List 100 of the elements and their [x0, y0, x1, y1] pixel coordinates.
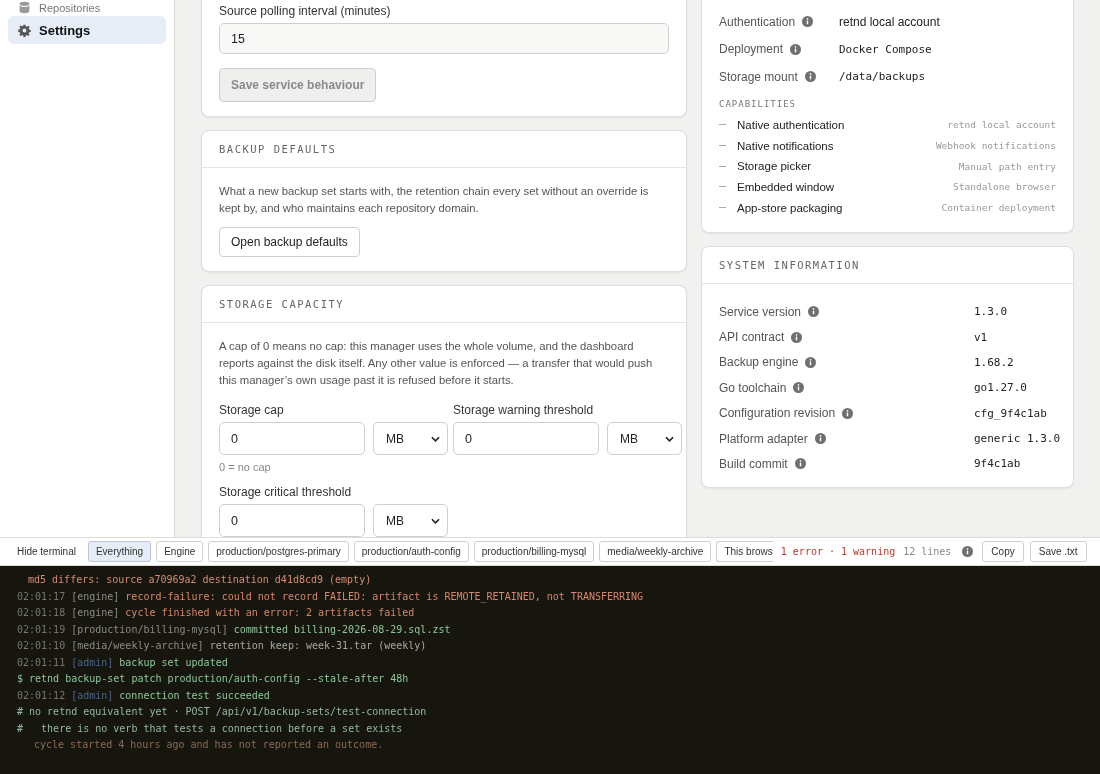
info-icon[interactable]	[794, 458, 806, 470]
info-label: Authentication	[719, 14, 796, 29]
sidebar-item[interactable]: Settings	[8, 16, 166, 44]
line-count: 12 lines	[903, 546, 952, 557]
hide-terminal-button[interactable]: Hide terminal	[10, 546, 82, 557]
field-label: Source polling interval (minutes)	[219, 4, 392, 18]
info-label: API contract	[719, 330, 785, 344]
info-icon[interactable]	[802, 16, 814, 28]
sidebar-item[interactable]: Repositories	[8, 0, 166, 14]
filter-chip[interactable]: Engine	[156, 541, 204, 562]
log-message: $ retnd backup-set patch production/auth-config --stale-after 48h	[17, 672, 409, 686]
dash-icon	[719, 207, 726, 209]
log-source: [production/billing-mysql]	[71, 622, 228, 637]
info-icon[interactable]	[790, 43, 802, 55]
capability-fallback: Manual path entry	[958, 160, 1056, 172]
capability-fallback: retnd local account	[947, 119, 1056, 131]
capability-name: Native authentication	[737, 118, 846, 131]
info-icon[interactable]	[805, 356, 817, 368]
filter-chip[interactable]: production/postgres-primary	[208, 541, 349, 562]
field-label: Storage warning threshold	[453, 403, 595, 417]
info-label: Configuration revision	[719, 406, 836, 421]
capability-name: Native notifications	[737, 139, 835, 152]
info-icon[interactable]	[808, 306, 820, 318]
input-field[interactable]: 0	[453, 422, 599, 455]
info-label: Backup engine	[719, 355, 799, 370]
info-label: Deployment	[719, 42, 784, 57]
info-label: Go toolchain	[719, 380, 787, 395]
log-time: 02:01:17	[17, 589, 66, 604]
toolbar-button[interactable]: Copy	[982, 541, 1024, 562]
log-message: cycle started 4 hours ago and has not reported an outcome.	[33, 738, 384, 752]
log-time: 02:01:18	[17, 606, 66, 620]
chevron-icon	[665, 435, 674, 442]
filter-chip[interactable]: media/weekly-archive	[599, 541, 712, 562]
log-message: md5 differs: source a70969a2 destination d41d8cd9 (empty)	[27, 573, 372, 587]
field-label: Storage cap	[219, 403, 285, 417]
info-value: go1.27.0	[974, 381, 1027, 395]
info-label: Storage mount	[719, 69, 798, 84]
toolbar-button[interactable]: Save .txt	[1029, 541, 1087, 562]
unit-select[interactable]: MB	[373, 422, 448, 455]
input-field[interactable]: 15	[219, 23, 669, 54]
dash-icon	[719, 186, 726, 188]
log-message: cycle finished with an error: 2 artifacts failed	[125, 606, 415, 620]
info-icon[interactable]	[791, 331, 803, 343]
card-title: STORAGE CAPACITY	[219, 298, 345, 310]
capability-fallback: Container deployment	[941, 202, 1056, 214]
filter-chip[interactable]: production/billing-mysql	[473, 541, 595, 562]
log-message: retention keep: week-31.tar (weekly)	[209, 639, 427, 653]
filter-chip[interactable]: production/auth-config	[353, 541, 469, 562]
gear-icon	[18, 23, 31, 37]
capability-fallback: Standalone browser	[953, 181, 1056, 193]
log-source: [admin]	[71, 688, 114, 703]
log-time: 02:01:19	[17, 622, 66, 637]
hint-text: 0 = no cap	[219, 461, 272, 473]
log-message: committed billing-2026-08-29.sql.zst	[233, 622, 451, 637]
info-value: generic 1.3.0	[974, 432, 1061, 446]
info-value: retnd local account	[839, 14, 941, 29]
log-message: # no retnd equivalent yet · POST /api/v1/backup-sets/test-connection	[17, 705, 427, 719]
section-label: CAPABILITIES	[719, 98, 798, 109]
capability-name: Embedded window	[737, 180, 836, 193]
problem-count: 1 error · 1 warning	[780, 546, 896, 557]
input-field[interactable]: 0	[219, 504, 365, 537]
info-value: Docker Compose	[839, 42, 933, 56]
field-label: Storage critical threshold	[219, 485, 353, 499]
capability-name: Storage picker	[737, 160, 813, 173]
description: A cap of 0 means no cap: this manager uses the whole volume, and the dashboard reports against the disk itself. Any other value is enforced — a transfer that would push this manager’s own usage past it is refused before it starts.	[219, 339, 654, 388]
dash-icon	[719, 124, 726, 126]
chevron-icon	[431, 517, 440, 524]
info-label: Platform adapter	[719, 431, 808, 446]
info-value: v1	[974, 330, 988, 344]
info-value: 9f4c1ab	[974, 457, 1021, 471]
database-icon	[18, 1, 31, 14]
log-message: backup set updated	[119, 655, 228, 670]
log-time: 02:01:12	[17, 688, 66, 703]
input-field[interactable]: 0	[219, 422, 365, 455]
dash-icon	[719, 145, 726, 147]
log-source: [admin]	[71, 655, 114, 670]
info-label: Build commit	[719, 456, 788, 471]
info-label: Service version	[719, 304, 802, 319]
unit-select[interactable]: MB	[607, 422, 682, 455]
log-time: 02:01:10	[17, 639, 66, 653]
card-title: BACKUP DEFAULTS	[219, 143, 337, 155]
info-value: cfg_9f4c1ab	[974, 406, 1047, 420]
info-icon[interactable]	[842, 407, 854, 419]
open-button[interactable]: Open backup defaults	[219, 227, 360, 257]
log-message: # there is no verb that tests a connection before a set exists	[17, 721, 403, 736]
info-icon[interactable]	[814, 433, 826, 445]
description: What a new backup set starts with, the retention chain every set without an override is kept by, and who maintains each repository domain.	[219, 184, 650, 216]
log-source: [media/weekly-archive]	[71, 639, 204, 653]
log-source: [engine]	[71, 606, 120, 620]
info-value: 1.68.2	[974, 355, 1014, 369]
info-icon[interactable]	[793, 382, 805, 394]
info-value: 1.3.0	[974, 305, 1008, 319]
capability-fallback: Webhook notifications	[935, 140, 1056, 152]
info-icon[interactable]	[962, 546, 974, 557]
log-source: [engine]	[71, 589, 120, 604]
log-message: record-failure: could not record FAILED: artifact is REMOTE_RETAINED, not TRANSFERRING	[125, 589, 644, 605]
log-time: 02:01:11	[17, 655, 66, 670]
filter-chip[interactable]: This brows	[716, 541, 773, 562]
filter-chip[interactable]: Everything	[87, 541, 152, 562]
info-icon[interactable]	[804, 71, 816, 83]
